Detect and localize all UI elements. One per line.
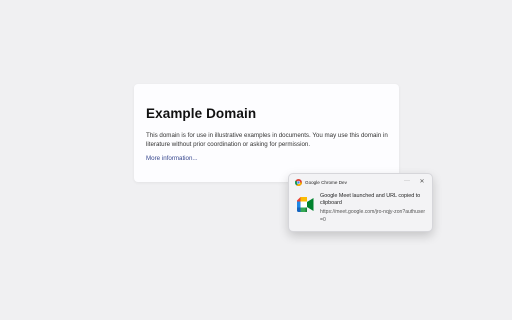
notification-more-button[interactable]: ··· [403, 178, 411, 186]
notification-message: Google Meet launched and URL copied to c… [320, 193, 421, 207]
chrome-dev-icon [295, 179, 302, 186]
notification-app-name: Google Chrome Dev [305, 180, 347, 185]
page-description: This domain is for use in illustrative e… [146, 132, 388, 149]
notification-close-button[interactable]: ✕ [418, 178, 426, 186]
page-card: Example Domain This domain is for use in… [134, 84, 399, 182]
page-title: Example Domain [146, 106, 257, 121]
notification-url: https://meet.google.com/jro-nqjy-zon?aut… [320, 209, 426, 223]
google-meet-icon [297, 197, 314, 212]
more-information-link[interactable]: More information... [146, 155, 198, 162]
notification-toast[interactable]: Google Chrome Dev ··· ✕ Google Meet laun… [288, 173, 433, 232]
